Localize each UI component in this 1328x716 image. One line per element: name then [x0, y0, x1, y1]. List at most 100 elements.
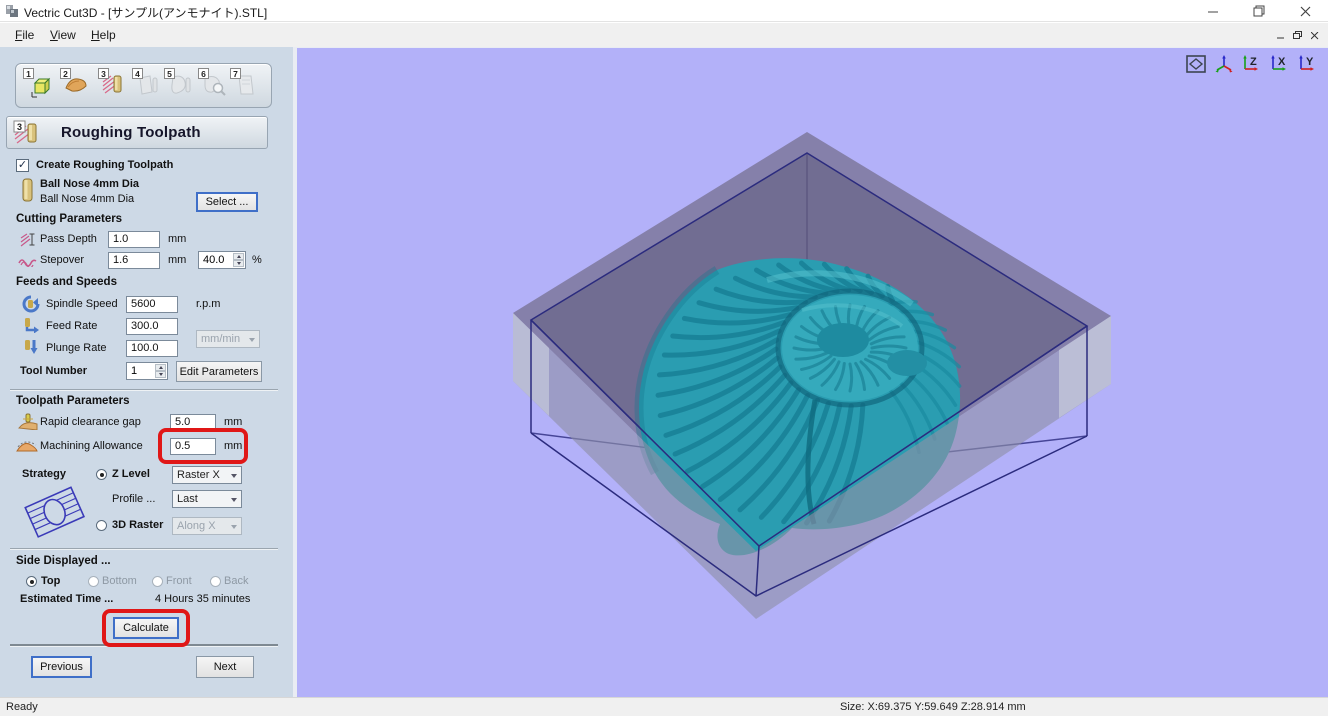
previous-button[interactable]: Previous — [31, 656, 92, 678]
step-2-orientation-button[interactable]: 2 — [62, 70, 92, 102]
mdi-minimize-button[interactable] — [1273, 29, 1288, 42]
3d-viewport[interactable]: Z X Y — [297, 48, 1328, 697]
panel-title: Roughing Toolpath — [61, 124, 201, 141]
cutting-parameters-heading: Cutting Parameters — [16, 213, 122, 225]
tool-description: Ball Nose 4mm Dia — [40, 193, 134, 205]
menu-help[interactable]: Help — [84, 26, 123, 44]
z-level-dropdown[interactable]: Raster X — [172, 466, 242, 484]
stepover-input[interactable]: 1.6 — [108, 252, 160, 269]
side-back-radio[interactable] — [210, 576, 221, 587]
step-toolbar: 1 2 3 4 5 6 7 — [15, 63, 272, 108]
feed-units-dropdown[interactable]: mm/min — [196, 330, 260, 348]
spindle-speed-icon — [22, 295, 40, 313]
tool-name: Ball Nose 4mm Dia — [40, 178, 139, 190]
mdi-close-button[interactable] — [1307, 29, 1322, 42]
side-front-label: Front — [166, 575, 192, 587]
profile-label: Profile ... — [112, 493, 155, 505]
profile-dropdown[interactable]: Last — [172, 490, 242, 508]
side-displayed-heading: Side Displayed ... — [16, 555, 111, 567]
step-4-finishing-toolpath-button[interactable]: 4 — [134, 70, 164, 102]
close-button[interactable] — [1282, 0, 1328, 22]
y-view-button[interactable]: Y — [1296, 53, 1320, 74]
step-number: 3 — [98, 68, 109, 79]
pass-depth-label: Pass Depth — [40, 233, 97, 245]
create-roughing-toolpath-label: Create Roughing Toolpath — [36, 159, 173, 171]
minimize-button[interactable] — [1190, 0, 1236, 22]
side-bottom-radio[interactable] — [88, 576, 99, 587]
feed-rate-icon — [22, 317, 40, 333]
estimated-time-value: 4 Hours 35 minutes — [155, 593, 250, 605]
menu-file[interactable]: File — [8, 26, 41, 44]
ballnose-tool-icon — [22, 178, 34, 206]
plunge-rate-label: Plunge Rate — [46, 342, 107, 354]
rapid-clearance-icon — [18, 413, 38, 430]
step-number: 7 — [230, 68, 241, 79]
z-level-radio[interactable] — [96, 469, 107, 480]
step-6-preview-button[interactable]: 6 — [200, 70, 230, 102]
app-icon — [5, 3, 21, 19]
spinner-down-icon[interactable] — [155, 371, 166, 378]
stepover-percent-spinner[interactable]: 40.0 — [198, 251, 246, 269]
rapid-clearance-unit: mm — [224, 416, 242, 428]
spinner-up-icon[interactable] — [233, 253, 244, 260]
side-front-radio[interactable] — [152, 576, 163, 587]
select-tool-button[interactable]: Select ... — [196, 192, 258, 212]
step-number: 2 — [60, 68, 71, 79]
plunge-rate-icon — [22, 339, 40, 357]
spindle-speed-label: Spindle Speed — [46, 298, 118, 310]
toolpath-panel: 1 2 3 4 5 6 7 — [0, 47, 293, 697]
chevron-down-icon — [231, 525, 237, 529]
mdi-restore-button[interactable] — [1290, 29, 1305, 42]
side-back-label: Back — [224, 575, 248, 587]
plunge-rate-input[interactable]: 100.0 — [126, 340, 178, 357]
status-ready: Ready — [6, 701, 38, 713]
estimated-time-label: Estimated Time ... — [20, 593, 113, 605]
step-5-cutout-toolpath-button[interactable]: 5 — [166, 70, 196, 102]
panel-header: 3 Roughing Toolpath — [6, 116, 268, 149]
3d-raster-dropdown[interactable]: Along X — [172, 517, 242, 535]
3d-raster-radio[interactable] — [96, 520, 107, 531]
status-size: Size: X:69.375 Y:59.649 Z:28.914 mm — [840, 701, 1026, 713]
toolpath-parameters-heading: Toolpath Parameters — [16, 395, 130, 407]
restore-button[interactable] — [1236, 0, 1282, 22]
spinner-up-icon[interactable] — [155, 364, 166, 371]
feed-rate-label: Feed Rate — [46, 320, 97, 332]
step-7-save-toolpath-button[interactable]: 7 — [232, 70, 262, 102]
pass-depth-unit: mm — [168, 233, 186, 245]
zoom-fit-button[interactable] — [1184, 53, 1208, 74]
x-view-button[interactable]: X — [1268, 53, 1292, 74]
step-1-material-setup-button[interactable]: 1 — [25, 70, 55, 102]
side-top-radio[interactable] — [26, 576, 37, 587]
svg-text:Z: Z — [1250, 56, 1257, 68]
spinner-down-icon[interactable] — [233, 260, 244, 267]
step-3-roughing-toolpath-button[interactable]: 3 — [100, 70, 130, 102]
create-roughing-toolpath-checkbox[interactable]: ✓ — [16, 159, 29, 172]
pass-depth-input[interactable]: 1.0 — [108, 231, 160, 248]
status-bar: Ready Size: X:69.375 Y:59.649 Z:28.914 m… — [0, 697, 1328, 716]
stepover-icon — [18, 253, 38, 267]
isometric-view-button[interactable] — [1212, 53, 1236, 74]
svg-text:Y: Y — [1306, 56, 1314, 68]
pass-depth-icon — [20, 232, 37, 248]
view-buttons: Z X Y — [1184, 53, 1320, 74]
spindle-speed-unit: r.p.m — [196, 298, 220, 310]
feeds-heading: Feeds and Speeds — [16, 276, 117, 288]
title-bar: Vectric Cut3D - [サンプル(アンモナイト).STL] — [0, 0, 1328, 22]
next-button[interactable]: Next — [196, 656, 254, 678]
divider — [10, 548, 278, 550]
stepover-label: Stepover — [40, 254, 84, 266]
highlight-calculate-button — [102, 609, 190, 647]
spindle-speed-input[interactable]: 5600 — [126, 296, 178, 313]
divider — [10, 389, 278, 391]
edit-parameters-button[interactable]: Edit Parameters — [176, 361, 262, 382]
side-bottom-label: Bottom — [102, 575, 137, 587]
z-level-label: Z Level — [112, 468, 150, 480]
highlight-machining-allowance — [158, 428, 248, 464]
tool-number-spinner[interactable]: 1 — [126, 362, 168, 380]
roughing-toolpath-icon: 3 — [13, 118, 47, 148]
feed-rate-input[interactable]: 300.0 — [126, 318, 178, 335]
menu-view[interactable]: View — [43, 26, 83, 44]
z-view-button[interactable]: Z — [1240, 53, 1264, 74]
3d-scene — [297, 48, 1328, 697]
step-number: 1 — [23, 68, 34, 79]
